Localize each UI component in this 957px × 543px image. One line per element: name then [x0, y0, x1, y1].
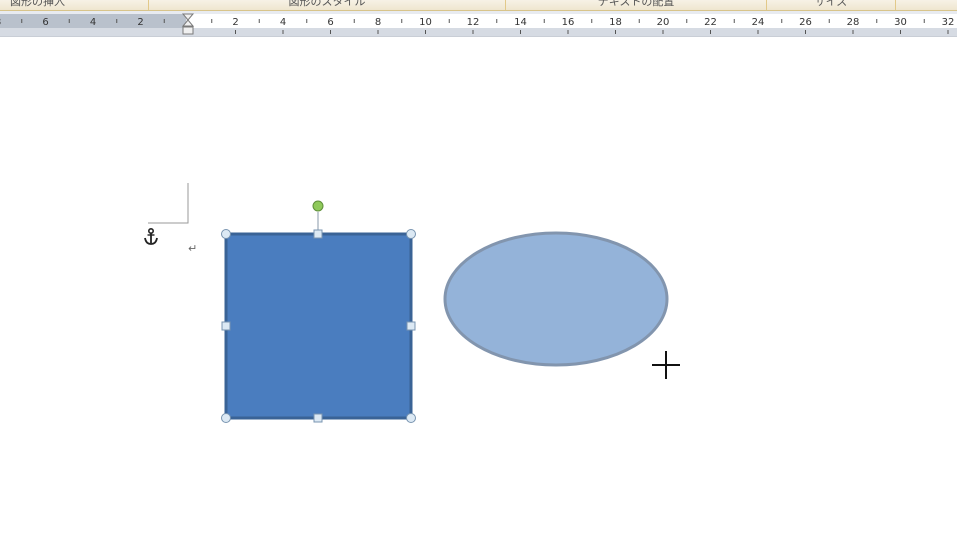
ruler-label: 4 [280, 17, 286, 28]
ruler-label: 4 [90, 17, 96, 28]
ruler-label: 2 [232, 17, 238, 28]
drawing-canvas: ↵ [144, 183, 680, 423]
resize-handle-bottom-right[interactable] [406, 413, 416, 423]
ruler-label: 6 [42, 17, 48, 28]
ruler-label: 24 [752, 17, 765, 28]
ruler-label: 10 [419, 17, 432, 28]
ellipse-shape[interactable] [443, 231, 669, 367]
ruler-label: 16 [562, 17, 575, 28]
ruler-label: 12 [467, 17, 480, 28]
hanging-indent-marker[interactable] [181, 19, 195, 27]
ruler-label: 2 [137, 17, 143, 28]
ruler-label: 20 [657, 17, 670, 28]
resize-handle-left[interactable] [221, 321, 231, 331]
resize-handle-top-right[interactable] [406, 229, 416, 239]
margin-corner-mark [148, 183, 189, 224]
ribbon-group-strip: 図形の挿入 図形のスタイル テキストの配置 サイズ [0, 0, 957, 11]
ribbon-group-text-placement[interactable]: テキストの配置 [506, 0, 767, 10]
ruler-label: 6 [327, 17, 333, 28]
resize-handle-top[interactable] [313, 229, 323, 239]
paragraph-mark: ↵ [188, 242, 197, 255]
first-line-indent-marker[interactable] [181, 13, 195, 21]
crosshair-cursor-icon [652, 351, 680, 379]
rotation-handle-icon[interactable] [312, 200, 324, 212]
ruler-label: 8 [0, 17, 1, 28]
ruler-label: 26 [799, 17, 812, 28]
ruler-label: 28 [847, 17, 860, 28]
ribbon-group-shape-styles[interactable]: 図形のスタイル [149, 0, 506, 10]
ribbon-group-label: 図形の挿入 [10, 0, 65, 8]
resize-handle-right[interactable] [406, 321, 416, 331]
left-indent-marker[interactable] [182, 26, 194, 35]
ribbon-group-label: サイズ [814, 0, 848, 8]
ruler-label: 30 [894, 17, 907, 28]
horizontal-ruler[interactable]: 24681012141618202224262830328642 [0, 11, 957, 37]
ruler-label: 8 [375, 17, 381, 28]
resize-handle-bottom[interactable] [313, 413, 323, 423]
ruler-label: 14 [514, 17, 527, 28]
anchor-icon[interactable] [144, 228, 158, 245]
ruler-label: 18 [609, 17, 622, 28]
ruler-scale: 24681012141618202224262830328642 [0, 13, 954, 35]
indent-marker[interactable] [181, 13, 195, 35]
ruler-labels: 24681012141618202224262830328642 [0, 17, 954, 28]
ribbon-group-label: 図形のスタイル [288, 0, 366, 8]
ribbon-group-insert-shapes[interactable]: 図形の挿入 [10, 0, 149, 10]
resize-handle-top-left[interactable] [221, 229, 231, 239]
resize-handle-bottom-left[interactable] [221, 413, 231, 423]
document-page[interactable]: ↵ [0, 37, 957, 543]
ribbon-group-label: テキストの配置 [597, 0, 675, 8]
rectangle-shape[interactable] [224, 232, 413, 420]
ruler-label: 22 [704, 17, 717, 28]
ribbon-group-size[interactable]: サイズ [767, 0, 896, 10]
ruler-label: 32 [942, 17, 955, 28]
